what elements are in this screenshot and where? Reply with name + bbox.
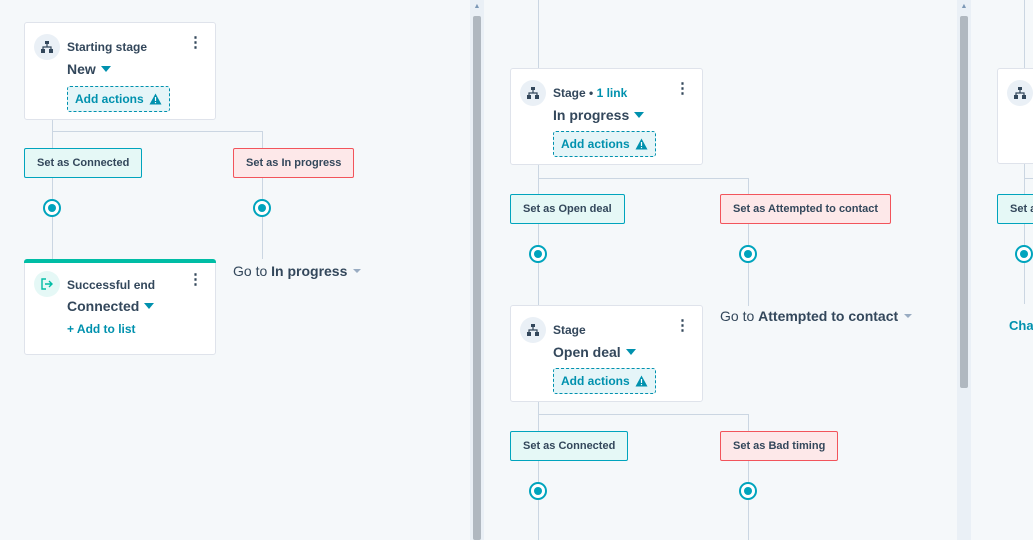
stage-card-open-deal[interactable]: Stage Open deal ⋮ Add actions bbox=[510, 305, 703, 402]
stage-select[interactable]: New bbox=[67, 61, 111, 77]
add-actions-button[interactable]: Add actions bbox=[553, 368, 656, 394]
caret-down-icon bbox=[634, 112, 645, 118]
scrollbar-thumb[interactable] bbox=[473, 16, 481, 540]
add-to-list-link[interactable]: + Add to list bbox=[67, 322, 136, 336]
more-options-icon[interactable]: ⋮ bbox=[188, 272, 203, 287]
branch-connector-icon bbox=[253, 199, 271, 217]
add-actions-label: Add actions bbox=[561, 137, 630, 151]
success-indicator-bar bbox=[24, 259, 216, 263]
stage-card-in-progress[interactable]: Stage • 1 link In progress ⋮ Add actions bbox=[510, 68, 703, 165]
connector-line bbox=[538, 165, 539, 305]
scroll-up-icon[interactable]: ▲ bbox=[470, 2, 484, 12]
caret-down-icon bbox=[100, 66, 111, 72]
caret-down-icon bbox=[144, 303, 155, 309]
stage-subtitle-text: Stage bbox=[553, 86, 586, 100]
branch-set-as-connected[interactable]: Set as Connected bbox=[24, 148, 143, 178]
end-stage-select[interactable]: Connected bbox=[67, 298, 155, 314]
more-options-icon[interactable]: ⋮ bbox=[675, 81, 690, 96]
caret-down-icon bbox=[625, 349, 636, 355]
warning-icon bbox=[149, 93, 162, 105]
more-options-icon[interactable]: ⋮ bbox=[188, 35, 203, 50]
caret-down-icon bbox=[353, 269, 362, 273]
goto-target: Attempted to contact bbox=[758, 308, 899, 324]
caret-down-icon bbox=[904, 314, 913, 318]
add-actions-button[interactable]: Add actions bbox=[67, 86, 170, 112]
warning-icon bbox=[635, 375, 648, 387]
goto-attempted-to-contact[interactable]: Go to Attempted to contact bbox=[720, 308, 913, 324]
stage-subtitle: Stage bbox=[553, 323, 586, 337]
connector-line bbox=[1024, 164, 1025, 304]
stage-card-partial[interactable] bbox=[997, 68, 1033, 164]
connector-line bbox=[1024, 178, 1033, 179]
branch-set-as-connected[interactable]: Set as Connected bbox=[510, 431, 629, 461]
stage-name: New bbox=[67, 61, 96, 77]
column-1-scrollbar[interactable]: ▲ bbox=[470, 0, 484, 540]
stage-select[interactable]: In progress bbox=[553, 107, 645, 123]
add-actions-label: Add actions bbox=[75, 92, 144, 106]
stage-subtitle: Stage • 1 link bbox=[553, 86, 628, 100]
branch-connector-icon bbox=[1015, 245, 1033, 263]
end-stage-name: Connected bbox=[67, 298, 140, 314]
end-subtitle: Successful end bbox=[67, 278, 156, 292]
stage-select[interactable]: Open deal bbox=[553, 344, 636, 360]
branch-partial[interactable]: Set a bbox=[997, 194, 1033, 224]
branch-connector-icon bbox=[43, 199, 61, 217]
branch-connector-icon bbox=[529, 482, 547, 500]
stage-icon bbox=[520, 317, 546, 343]
goto-prefix: Go to bbox=[720, 308, 755, 324]
stage-subtitle: Starting stage bbox=[67, 40, 148, 54]
goto-prefix: Go to bbox=[233, 263, 268, 279]
scrollbar-thumb[interactable] bbox=[960, 16, 968, 388]
connector-line bbox=[538, 414, 748, 415]
pipeline-column-2: Stage • 1 link In progress ⋮ Add actions… bbox=[485, 0, 957, 540]
branch-set-as-open-deal[interactable]: Set as Open deal bbox=[510, 194, 625, 224]
goto-target: In progress bbox=[271, 263, 348, 279]
warning-icon bbox=[635, 138, 648, 150]
column-2-scrollbar[interactable]: ▲ bbox=[957, 0, 971, 540]
connector-line bbox=[538, 402, 539, 540]
link-count[interactable]: 1 link bbox=[597, 86, 628, 100]
more-options-icon[interactable]: ⋮ bbox=[675, 318, 690, 333]
pipeline-column-1: Starting stage New ⋮ Add actions Set as … bbox=[0, 0, 470, 540]
end-card-connected[interactable]: Successful end Connected ⋮ + Add to list bbox=[24, 259, 216, 355]
connector-line bbox=[538, 0, 539, 69]
branch-set-as-bad-timing[interactable]: Set as Bad timing bbox=[720, 431, 839, 461]
connector-line bbox=[52, 131, 262, 132]
scroll-up-icon[interactable]: ▲ bbox=[957, 2, 971, 12]
pipeline-column-3: Set a Cha bbox=[972, 0, 1033, 540]
branch-connector-icon bbox=[529, 245, 547, 263]
stage-name: Open deal bbox=[553, 344, 621, 360]
branch-set-as-attempted-to-contact[interactable]: Set as Attempted to contact bbox=[720, 194, 892, 224]
branch-connector-icon bbox=[739, 482, 757, 500]
connector-line bbox=[1024, 0, 1025, 68]
stage-icon bbox=[520, 80, 546, 106]
stage-icon bbox=[34, 34, 60, 60]
connector-line bbox=[538, 178, 748, 179]
goto-partial[interactable]: Cha bbox=[1009, 318, 1033, 333]
stage-name: In progress bbox=[553, 107, 630, 123]
add-actions-button[interactable]: Add actions bbox=[553, 131, 656, 157]
goto-in-progress[interactable]: Go to In progress bbox=[233, 263, 362, 279]
exit-icon bbox=[34, 271, 60, 297]
add-actions-label: Add actions bbox=[561, 374, 630, 388]
branch-connector-icon bbox=[739, 245, 757, 263]
connector-line bbox=[52, 120, 53, 260]
stage-icon bbox=[1007, 80, 1033, 106]
stage-card-new[interactable]: Starting stage New ⋮ Add actions bbox=[24, 22, 216, 120]
branch-set-as-in-progress[interactable]: Set as In progress bbox=[233, 148, 355, 178]
